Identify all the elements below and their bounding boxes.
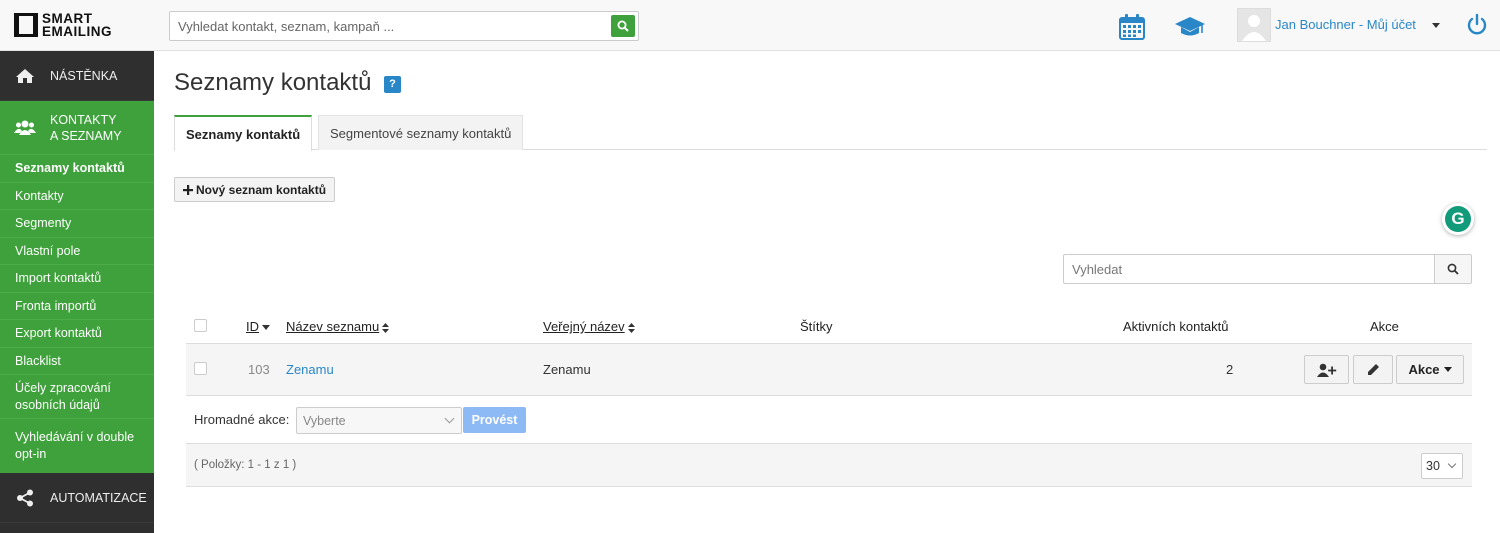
- sidebar-item-custom-fields[interactable]: Vlastní pole: [0, 236, 154, 265]
- chevron-down-icon: [444, 413, 455, 424]
- global-search-button[interactable]: [611, 15, 635, 37]
- sidebar-label-contacts: KONTAKTY A SEZNAMY: [50, 112, 122, 143]
- sidebar-item-import[interactable]: Import kontaktů: [0, 264, 154, 292]
- header-name[interactable]: Název seznamu: [286, 319, 390, 334]
- header-id[interactable]: ID: [246, 319, 270, 334]
- avatar-placeholder-icon: [1242, 15, 1266, 41]
- power-icon[interactable]: [1466, 13, 1488, 37]
- bulk-actions-select-value: Vyberte: [303, 414, 346, 428]
- page-title: Seznamy kontaktů: [174, 69, 372, 96]
- caret-down-icon: [262, 324, 270, 330]
- sidebar-item-export[interactable]: Export kontaktů: [0, 319, 154, 347]
- table-search-button[interactable]: [1434, 254, 1472, 284]
- actions-dropdown-button[interactable]: Akce: [1396, 355, 1464, 384]
- top-bar: SMART EMAILING Jan Bouchner - Můj účet: [0, 0, 1500, 51]
- logo-mark: [14, 13, 38, 37]
- header-active-contacts: Aktivních kontaktů: [1123, 319, 1229, 334]
- plus-icon: [183, 184, 193, 195]
- header-public-name[interactable]: Veřejný název: [543, 319, 635, 334]
- search-icon: [617, 20, 629, 32]
- tabs: Seznamy kontaktů Segmentové seznamy kont…: [174, 115, 1487, 151]
- sidebar-label-automation: AUTOMATIZACE: [50, 490, 147, 505]
- calendar-icon[interactable]: [1118, 13, 1146, 41]
- pager-info: ( Položky: 1 - 1 z 1 ): [194, 459, 297, 471]
- bulk-actions: Hromadné akce: Vyberte Provést: [186, 396, 1472, 444]
- new-contact-list-label: Nový seznam kontaktů: [196, 182, 327, 197]
- table-search-input[interactable]: [1063, 254, 1435, 284]
- home-icon: [14, 68, 36, 84]
- sidebar-item-contacts[interactable]: KONTAKTY A SEZNAMY: [0, 101, 154, 154]
- row-name-link[interactable]: Zenamu: [286, 362, 334, 377]
- sidebar-item-contacts-list[interactable]: Kontakty: [0, 181, 154, 210]
- logo-text: SMART EMAILING: [42, 12, 112, 39]
- row-checkbox[interactable]: [194, 362, 207, 375]
- sidebar-item-processing-purposes[interactable]: Účely zpracování osobních údajů: [0, 374, 154, 418]
- select-all-checkbox[interactable]: [194, 319, 207, 332]
- add-user-icon: [1316, 363, 1336, 377]
- logo-line2: EMAILING: [42, 24, 112, 39]
- table-row: 103 Zenamu Zenamu 2 Akce: [186, 344, 1472, 396]
- sidebar-item-import-queue[interactable]: Fronta importů: [0, 291, 154, 320]
- share-icon: [14, 489, 36, 507]
- table-filter: [1063, 254, 1472, 284]
- pencil-icon: [1367, 364, 1379, 375]
- per-page-value: 30: [1426, 459, 1440, 473]
- sidebar-item-segments[interactable]: Segmenty: [0, 209, 154, 237]
- table-footer: ( Položky: 1 - 1 z 1 ) 30: [186, 444, 1472, 487]
- global-search: [169, 11, 639, 41]
- caret-down-icon: [1443, 367, 1452, 372]
- bulk-execute-button[interactable]: Provést: [463, 407, 526, 433]
- chevron-down-icon: [1447, 459, 1457, 469]
- row-active-contacts: 2: [1226, 362, 1234, 377]
- add-contact-button[interactable]: [1304, 355, 1349, 384]
- row-id: 103: [248, 362, 270, 377]
- tab-contact-lists[interactable]: Seznamy kontaktů: [174, 115, 313, 151]
- sidebar-item-automation[interactable]: AUTOMATIZACE: [0, 473, 154, 523]
- edit-button[interactable]: [1353, 355, 1393, 384]
- sidebar-item-dashboard[interactable]: NÁSTĚNKA: [0, 51, 154, 101]
- sidebar-item-blacklist[interactable]: Blacklist: [0, 346, 154, 375]
- global-search-input[interactable]: [170, 12, 600, 40]
- grammarly-icon: G: [1445, 206, 1471, 232]
- graduation-cap-icon[interactable]: [1174, 15, 1206, 39]
- smartemailing-logo[interactable]: SMART EMAILING: [14, 12, 124, 40]
- help-icon[interactable]: ?: [384, 76, 401, 93]
- sidebar: NÁSTĚNKA KONTAKTY A SEZNAMY Seznamy kont…: [0, 51, 154, 533]
- bulk-actions-label: Hromadné akce:: [194, 412, 290, 427]
- new-contact-list-button[interactable]: Nový seznam kontaktů: [174, 177, 336, 202]
- grammarly-button[interactable]: G: [1442, 203, 1474, 235]
- contact-lists-table: ID Název seznamu Veřejný název Štítky Ak…: [186, 307, 1472, 487]
- row-public-name: Zenamu: [543, 362, 591, 377]
- bulk-actions-select[interactable]: Vyberte: [296, 407, 462, 434]
- header-actions: Akce: [1370, 319, 1399, 334]
- search-icon: [1447, 263, 1459, 275]
- users-icon: [14, 119, 36, 137]
- sidebar-section-contacts: KONTAKTY A SEZNAMY Seznamy kontaktů Kont…: [0, 101, 154, 473]
- sort-icon: [382, 322, 390, 333]
- avatar[interactable]: [1237, 8, 1271, 42]
- caret-down-icon[interactable]: [1432, 23, 1440, 28]
- user-account-link[interactable]: Jan Bouchner - Můj účet: [1275, 17, 1416, 32]
- table-header: ID Název seznamu Veřejný název Štítky Ak…: [186, 307, 1472, 344]
- sort-icon: [627, 322, 635, 333]
- sidebar-item-contact-lists[interactable]: Seznamy kontaktů: [0, 154, 154, 182]
- header-tags: Štítky: [800, 319, 833, 334]
- sidebar-label-dashboard: NÁSTĚNKA: [50, 68, 118, 83]
- per-page-select[interactable]: 30: [1421, 453, 1463, 479]
- sidebar-item-double-optin-search[interactable]: Vyhledávání v double opt-in: [0, 418, 154, 473]
- tab-segment-lists[interactable]: Segmentové seznamy kontaktů: [318, 115, 524, 150]
- actions-dropdown-label: Akce: [1408, 362, 1440, 377]
